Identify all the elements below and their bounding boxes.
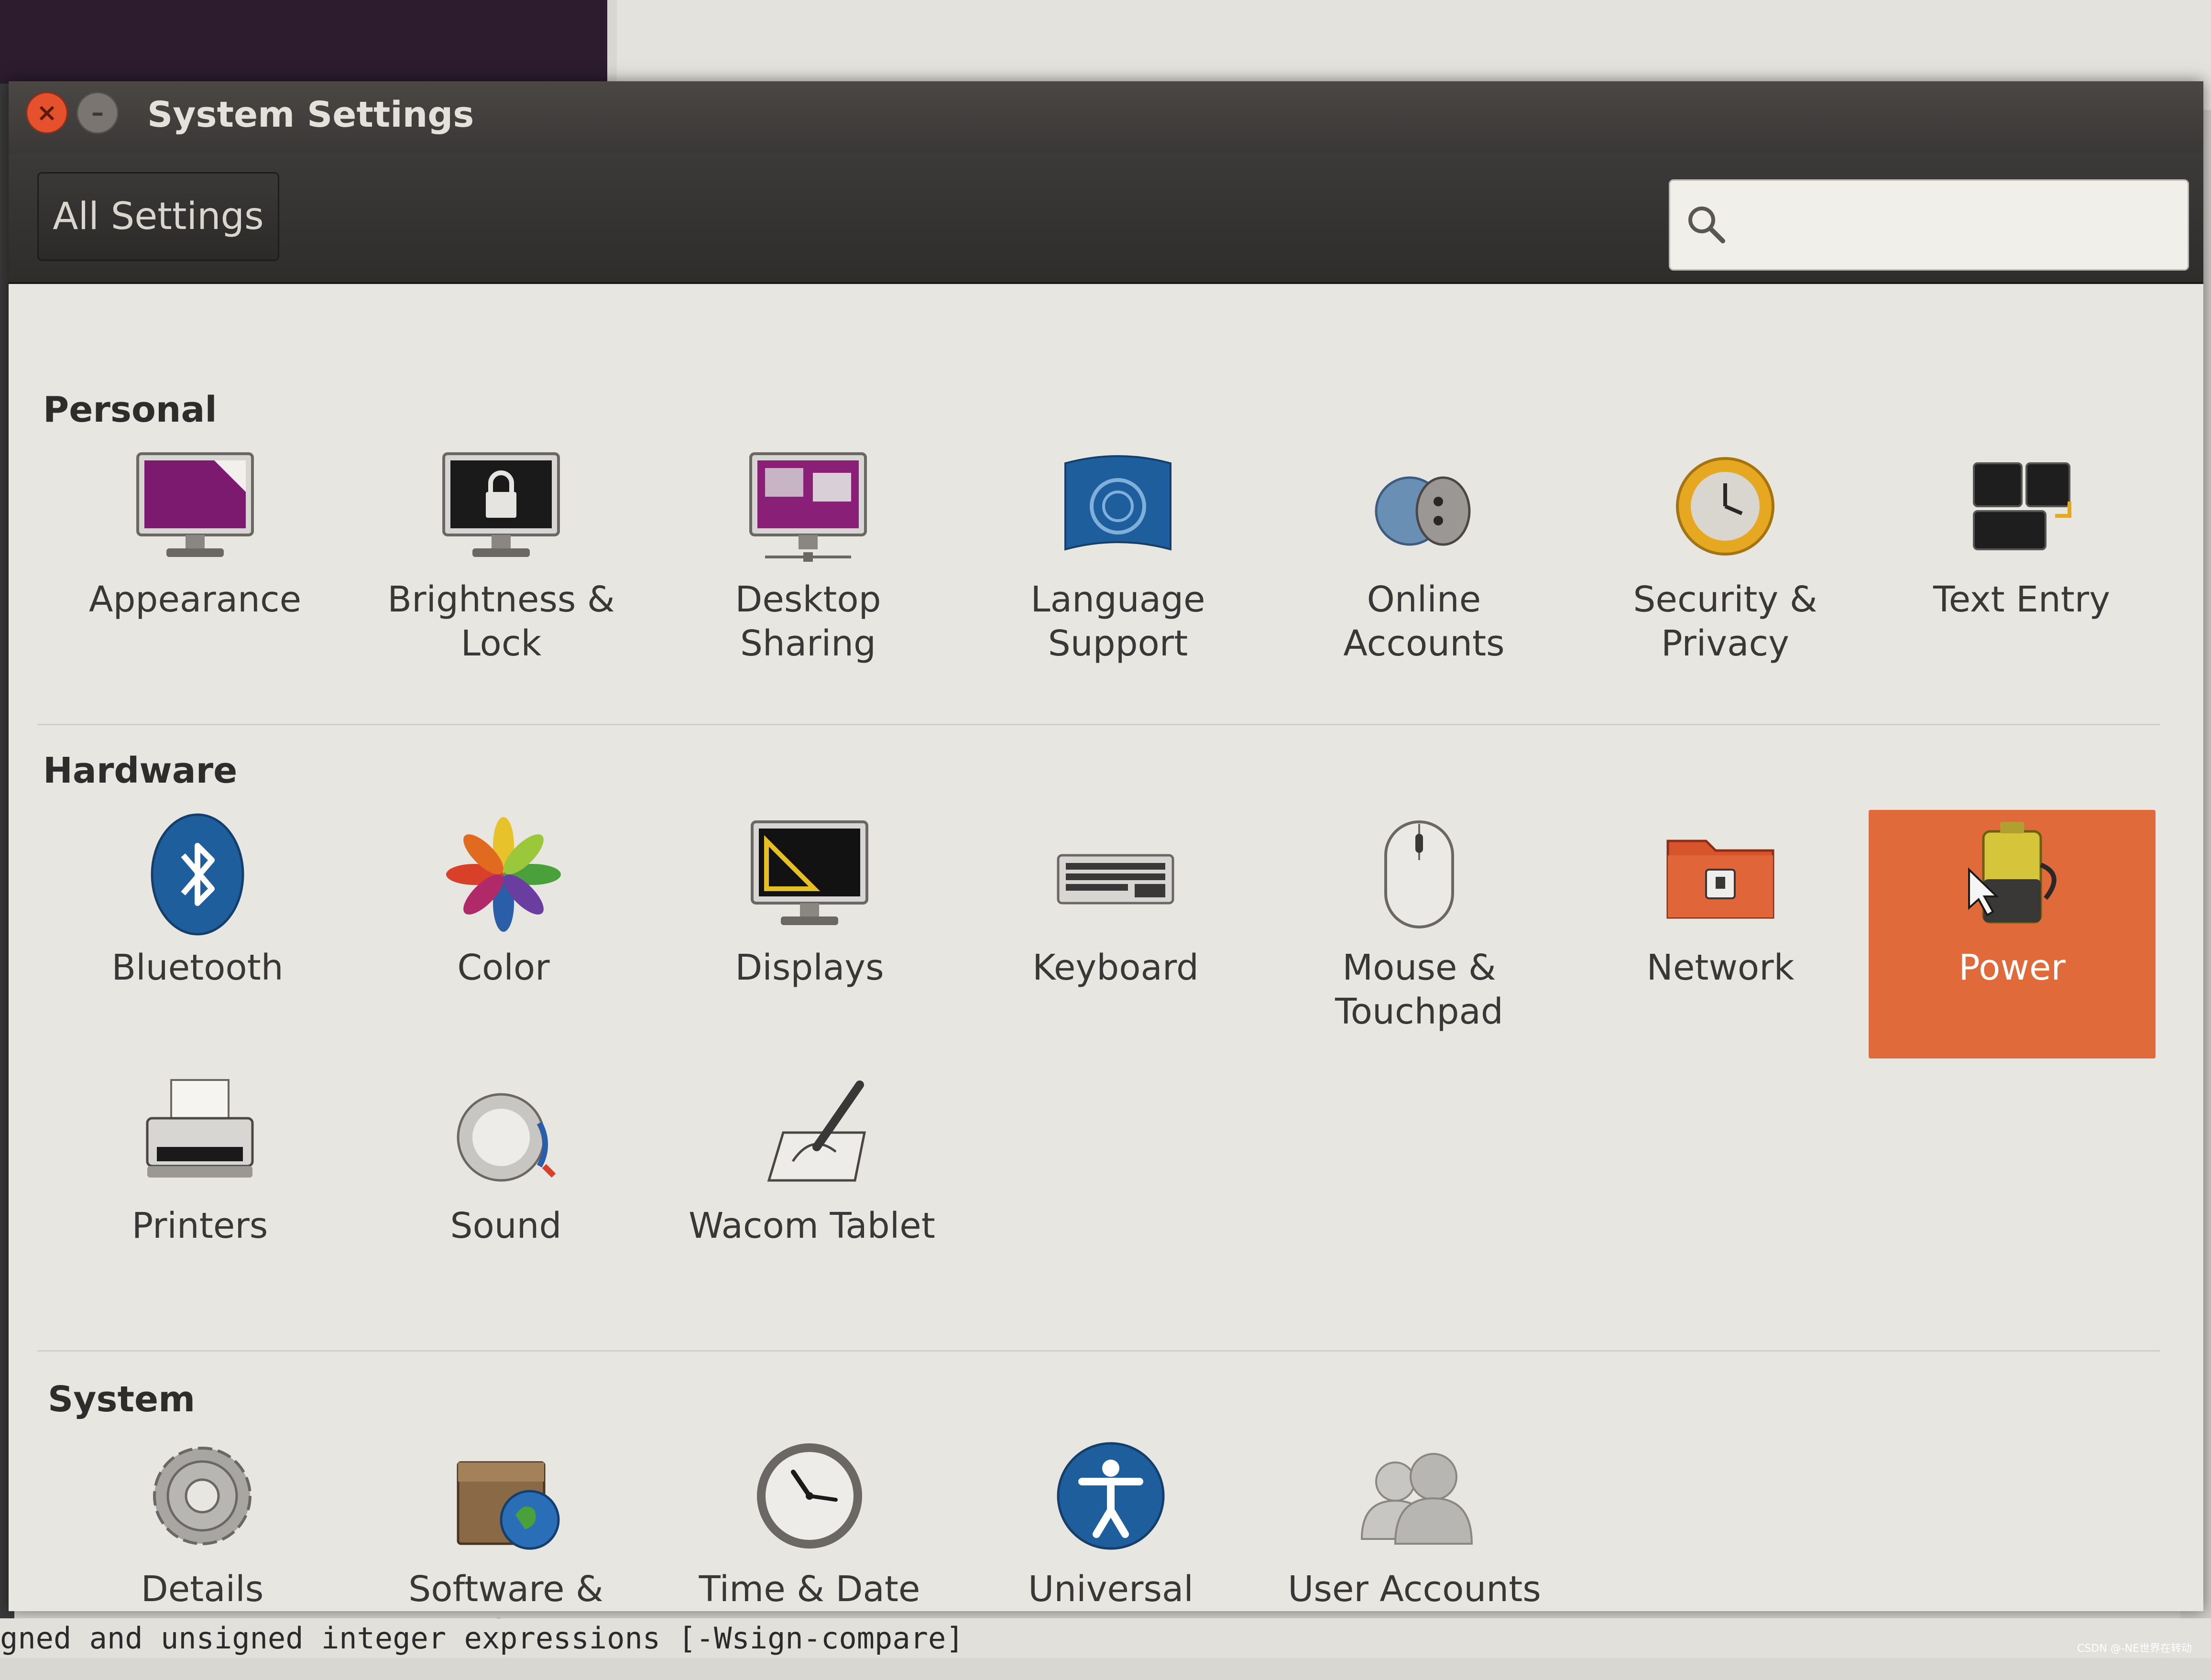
item-power[interactable]: Power — [1869, 810, 2156, 1058]
item-keyboard[interactable]: Keyboard — [972, 810, 1259, 1058]
item-printers[interactable]: Printers — [56, 1068, 343, 1317]
desktop-background — [0, 0, 607, 84]
item-displays[interactable]: Displays — [666, 810, 953, 1058]
terminal-output-line: gned and unsigned integer expressions [-… — [0, 1618, 2211, 1658]
item-desktop-sharing[interactable]: Desktop Sharing — [665, 442, 952, 690]
language-support-icon — [1053, 442, 1182, 571]
item-online-accounts[interactable]: Online Accounts — [1281, 442, 1567, 690]
text-entry-icon — [1957, 442, 2086, 571]
network-icon — [1656, 810, 1785, 939]
appearance-icon — [131, 442, 260, 571]
item-color[interactable]: Color — [360, 810, 647, 1058]
titlebar: × – System Settings — [9, 81, 2203, 153]
system-settings-window: × – System Settings All Settings Persona… — [9, 81, 2203, 1654]
item-brightness-lock[interactable]: Brightness & Lock — [358, 442, 645, 690]
section-title-hardware: Hardware — [43, 750, 238, 791]
close-button[interactable]: × — [26, 92, 68, 134]
details-icon — [138, 1431, 267, 1560]
item-wacom-tablet[interactable]: Wacom Tablet — [668, 1068, 955, 1317]
minimize-button[interactable]: – — [77, 92, 119, 134]
bluetooth-icon — [133, 810, 262, 939]
window-title: System Settings — [147, 94, 474, 135]
item-sound[interactable]: Sound — [362, 1068, 649, 1317]
item-mouse-touchpad[interactable]: Mouse & Touchpad — [1276, 810, 1563, 1058]
section-title-personal: Personal — [43, 389, 217, 430]
minimize-icon: – — [91, 98, 104, 127]
user-accounts-icon — [1350, 1431, 1479, 1560]
brightness-lock-icon — [437, 442, 566, 571]
displays-icon — [745, 810, 874, 939]
search-icon — [1688, 207, 1725, 243]
security-privacy-icon — [1661, 442, 1790, 571]
toolbar: All Settings — [9, 153, 2203, 284]
close-icon: × — [36, 98, 57, 127]
keyboard-icon — [1051, 810, 1180, 939]
wacom-tablet-icon — [747, 1068, 876, 1197]
mouse-touchpad-icon — [1355, 810, 1484, 939]
item-security-privacy[interactable]: Security & Privacy — [1582, 442, 1869, 690]
item-network[interactable]: Network — [1577, 810, 1864, 1058]
power-icon — [1948, 810, 2077, 939]
all-settings-button[interactable]: All Settings — [37, 172, 279, 261]
separator — [37, 1350, 2160, 1352]
settings-panel: Personal Appearance Brightness & Lock De… — [9, 284, 2203, 1654]
item-appearance[interactable]: Appearance — [52, 442, 339, 690]
online-accounts-icon — [1359, 442, 1489, 571]
section-title-system: System — [48, 1379, 196, 1420]
item-language-support[interactable]: Language Support — [974, 442, 1261, 690]
item-bluetooth[interactable]: Bluetooth — [54, 810, 341, 1058]
time-date-icon — [745, 1431, 874, 1560]
desktop-sharing-icon — [744, 442, 873, 571]
printers-icon — [135, 1068, 264, 1197]
watermark: CSDN @-NE世界在转动 — [2077, 1643, 2192, 1655]
separator — [37, 724, 2160, 725]
item-text-entry[interactable]: Text Entry — [1878, 442, 2165, 690]
search-input[interactable] — [1669, 179, 2189, 271]
color-icon — [439, 810, 568, 939]
software-updates-icon — [441, 1431, 570, 1560]
universal-access-icon — [1046, 1431, 1175, 1560]
sound-icon — [441, 1068, 570, 1197]
